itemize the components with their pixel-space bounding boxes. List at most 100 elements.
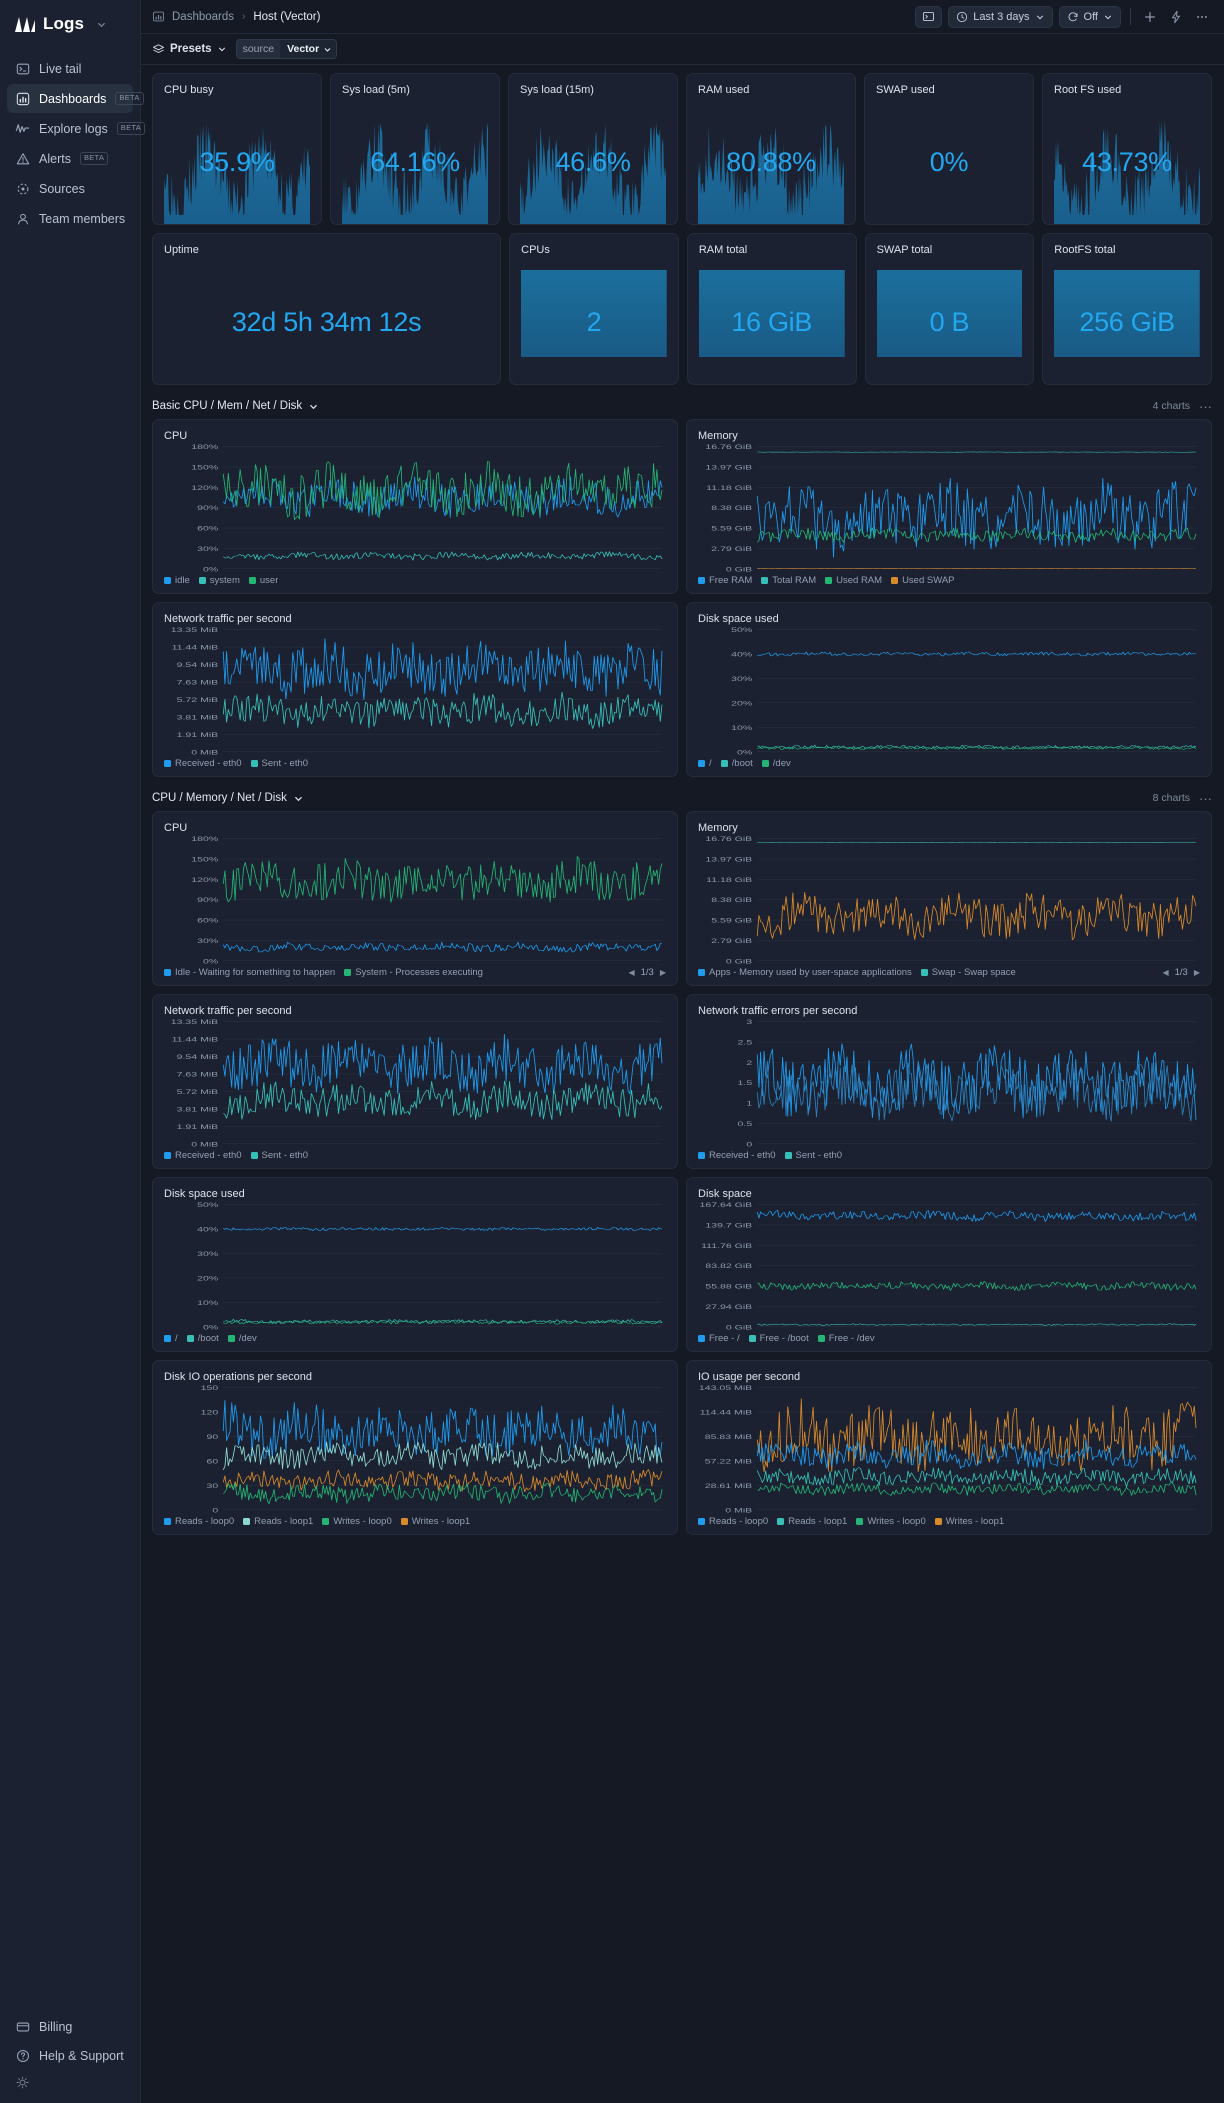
section-toggle-full[interactable]: CPU / Memory / Net / Disk: [152, 792, 304, 804]
legend-item[interactable]: /: [164, 1333, 178, 1344]
legend-swatch: [322, 1518, 330, 1525]
legend-label: Reads - loop0: [175, 1516, 235, 1527]
refresh-interval-button[interactable]: Off: [1058, 5, 1121, 28]
legend-item[interactable]: Apps - Memory used by user-space applica…: [698, 967, 912, 978]
chart-card[interactable]: Memory 0 GiB 2.79 GiB 5.59 GiB 8.38 GiB 11.18…: [686, 419, 1212, 594]
stat-card[interactable]: CPUs 2: [509, 233, 679, 385]
legend-item[interactable]: Idle - Waiting for something to happen: [164, 967, 335, 978]
svg-text:120%: 120%: [191, 484, 218, 492]
sidebar-item-team-members[interactable]: Team members: [7, 204, 133, 233]
legend-item[interactable]: /boot: [720, 758, 753, 769]
chart-card[interactable]: CPU 0% 30% 60% 90% 120% 150% 180% Idle - Waiting…: [152, 811, 678, 986]
stat-card[interactable]: Sys load (15m) 46.6%: [508, 73, 678, 225]
legend-item[interactable]: Reads - loop1: [777, 1516, 847, 1527]
brand-name: Logs: [43, 14, 85, 33]
legend-item[interactable]: Swap - Swap space: [920, 967, 1016, 978]
stat-card[interactable]: CPU busy 35.9%: [152, 73, 322, 225]
sidebar-item-sources[interactable]: Sources: [7, 174, 133, 203]
stat-card[interactable]: RootFS total 256 GiB: [1042, 233, 1212, 385]
chart-card[interactable]: Disk space used 0% 10% 20% 30% 40% 50% / /boot/d…: [686, 602, 1212, 777]
legend-item[interactable]: /dev: [227, 1333, 257, 1344]
brand[interactable]: Logs: [0, 0, 140, 44]
legend-item[interactable]: Writes - loop1: [400, 1516, 470, 1527]
nodes-icon: [15, 181, 30, 196]
add-button[interactable]: [1140, 8, 1160, 26]
legend-item[interactable]: Free - /boot: [748, 1333, 809, 1344]
sidebar-item-help-support[interactable]: Help & Support: [7, 2041, 133, 2070]
chart-card[interactable]: IO usage per second 0 MiB 28.61 MiB 57.22 M…: [686, 1360, 1212, 1535]
more-options-button[interactable]: [1192, 8, 1212, 26]
section-more-button[interactable]: ···: [1199, 792, 1212, 805]
fullscreen-button[interactable]: [915, 5, 943, 28]
chevron-down-icon[interactable]: [96, 19, 107, 30]
legend-item[interactable]: Free - /dev: [817, 1333, 875, 1344]
legend-item[interactable]: user: [248, 575, 278, 586]
legend-item[interactable]: Writes - loop1: [934, 1516, 1004, 1527]
app-root: Logs Live tail Dashboards BETA Explore l…: [0, 0, 1224, 2103]
chart-card[interactable]: Disk space used 0% 10% 20% 30% 40% 50% / /boot/d…: [152, 1177, 678, 1352]
chart-card[interactable]: Disk space 0 GiB 27.94 GiB 55.88 GiB 83.82 G…: [686, 1177, 1212, 1352]
stat-card[interactable]: RAM total 16 GiB: [686, 233, 857, 385]
sidebar-item-alerts[interactable]: Alerts BETA: [7, 144, 133, 173]
legend-item[interactable]: Reads - loop0: [698, 1516, 768, 1527]
chart-card[interactable]: Disk IO operations per second 0 30 60 90 120 1…: [152, 1360, 678, 1535]
chart-card[interactable]: CPU 0% 30% 60% 90% 120% 150% 180% idle system user: [152, 419, 678, 594]
quick-actions-button[interactable]: [1166, 8, 1186, 26]
legend-item[interactable]: idle: [164, 575, 190, 586]
legend-item[interactable]: Total RAM: [761, 575, 816, 586]
chart-title: Disk IO operations per second: [164, 1371, 312, 1383]
chart-card[interactable]: Network traffic per second 0 MiB 1.91 MiB 3…: [152, 602, 678, 777]
chart-title: Memory: [698, 822, 738, 834]
chart-card[interactable]: Memory 0 GiB 2.79 GiB 5.59 GiB 8.38 GiB 11.18…: [686, 811, 1212, 986]
legend-item[interactable]: /dev: [761, 758, 791, 769]
dashboard-body[interactable]: CPU busy 35.9% Sys load (5m) 64.16% Sys load…: [141, 65, 1224, 2103]
legend-item[interactable]: Sent - eth0: [784, 1150, 842, 1161]
legend-item[interactable]: Free - /: [698, 1333, 740, 1344]
stat-card[interactable]: Sys load (5m) 64.16%: [330, 73, 500, 225]
legend-item[interactable]: Reads - loop0: [164, 1516, 234, 1527]
theme-toggle-icon[interactable]: [7, 2070, 133, 2093]
filter-chip-value[interactable]: Vector: [280, 40, 337, 58]
stat-card-value: 2: [586, 306, 602, 337]
legend-item[interactable]: Sent - eth0: [250, 758, 308, 769]
legend-next-button[interactable]: ▶: [1194, 968, 1200, 977]
legend-item[interactable]: /boot: [186, 1333, 219, 1344]
legend-next-button[interactable]: ▶: [660, 968, 666, 977]
sidebar-item-billing[interactable]: Billing: [7, 2012, 133, 2041]
chart-card[interactable]: Network traffic errors per second 0 0.5 1 1.…: [686, 994, 1212, 1169]
legend-item[interactable]: Writes - loop0: [856, 1516, 926, 1527]
stat-card[interactable]: SWAP total 0 B: [864, 233, 1035, 385]
time-range-button[interactable]: Last 3 days: [948, 5, 1053, 28]
legend-label: Sent - eth0: [261, 1150, 309, 1161]
chart-card[interactable]: Network traffic per second 0 MiB 1.91 MiB 3…: [152, 994, 678, 1169]
breadcrumb-root[interactable]: Dashboards: [172, 11, 234, 23]
legend-item[interactable]: Reads - loop1: [243, 1516, 313, 1527]
section-chart-count: 4 charts: [1152, 400, 1190, 412]
legend-item[interactable]: /: [698, 758, 712, 769]
filter-chip-source[interactable]: source Vector: [235, 39, 338, 59]
stat-card[interactable]: Uptime 32d 5h 34m 12s: [152, 233, 502, 385]
legend-item[interactable]: System - Processes executing: [344, 967, 483, 978]
legend-item[interactable]: Used RAM: [825, 575, 882, 586]
section-toggle-basic[interactable]: Basic CPU / Mem / Net / Disk: [152, 400, 319, 412]
legend-item[interactable]: Writes - loop0: [322, 1516, 392, 1527]
stat-card[interactable]: Root FS used 43.73%: [1042, 73, 1212, 225]
stat-card[interactable]: RAM used 80.88%: [686, 73, 856, 225]
legend-item[interactable]: Used SWAP: [891, 575, 955, 586]
stat-card-title: SWAP total: [876, 244, 933, 256]
sidebar-item-live-tail[interactable]: Live tail: [7, 54, 133, 83]
legend-item[interactable]: Received - eth0: [164, 1150, 242, 1161]
legend-item[interactable]: Received - eth0: [164, 758, 242, 769]
sidebar-item-explore-logs[interactable]: Explore logs BETA: [7, 114, 146, 143]
legend-prev-button[interactable]: ◀: [1162, 968, 1168, 977]
legend-item[interactable]: Received - eth0: [698, 1150, 776, 1161]
legend-item[interactable]: system: [198, 575, 240, 586]
legend-swatch: [934, 1518, 942, 1525]
presets-button[interactable]: Presets: [152, 43, 227, 56]
stat-card[interactable]: SWAP used 0%: [864, 73, 1034, 225]
legend-item[interactable]: Sent - eth0: [250, 1150, 309, 1161]
legend-prev-button[interactable]: ◀: [628, 968, 634, 977]
section-more-button[interactable]: ···: [1199, 400, 1212, 413]
sidebar-item-dashboards[interactable]: Dashboards BETA: [7, 84, 144, 113]
legend-item[interactable]: Free RAM: [698, 575, 752, 586]
